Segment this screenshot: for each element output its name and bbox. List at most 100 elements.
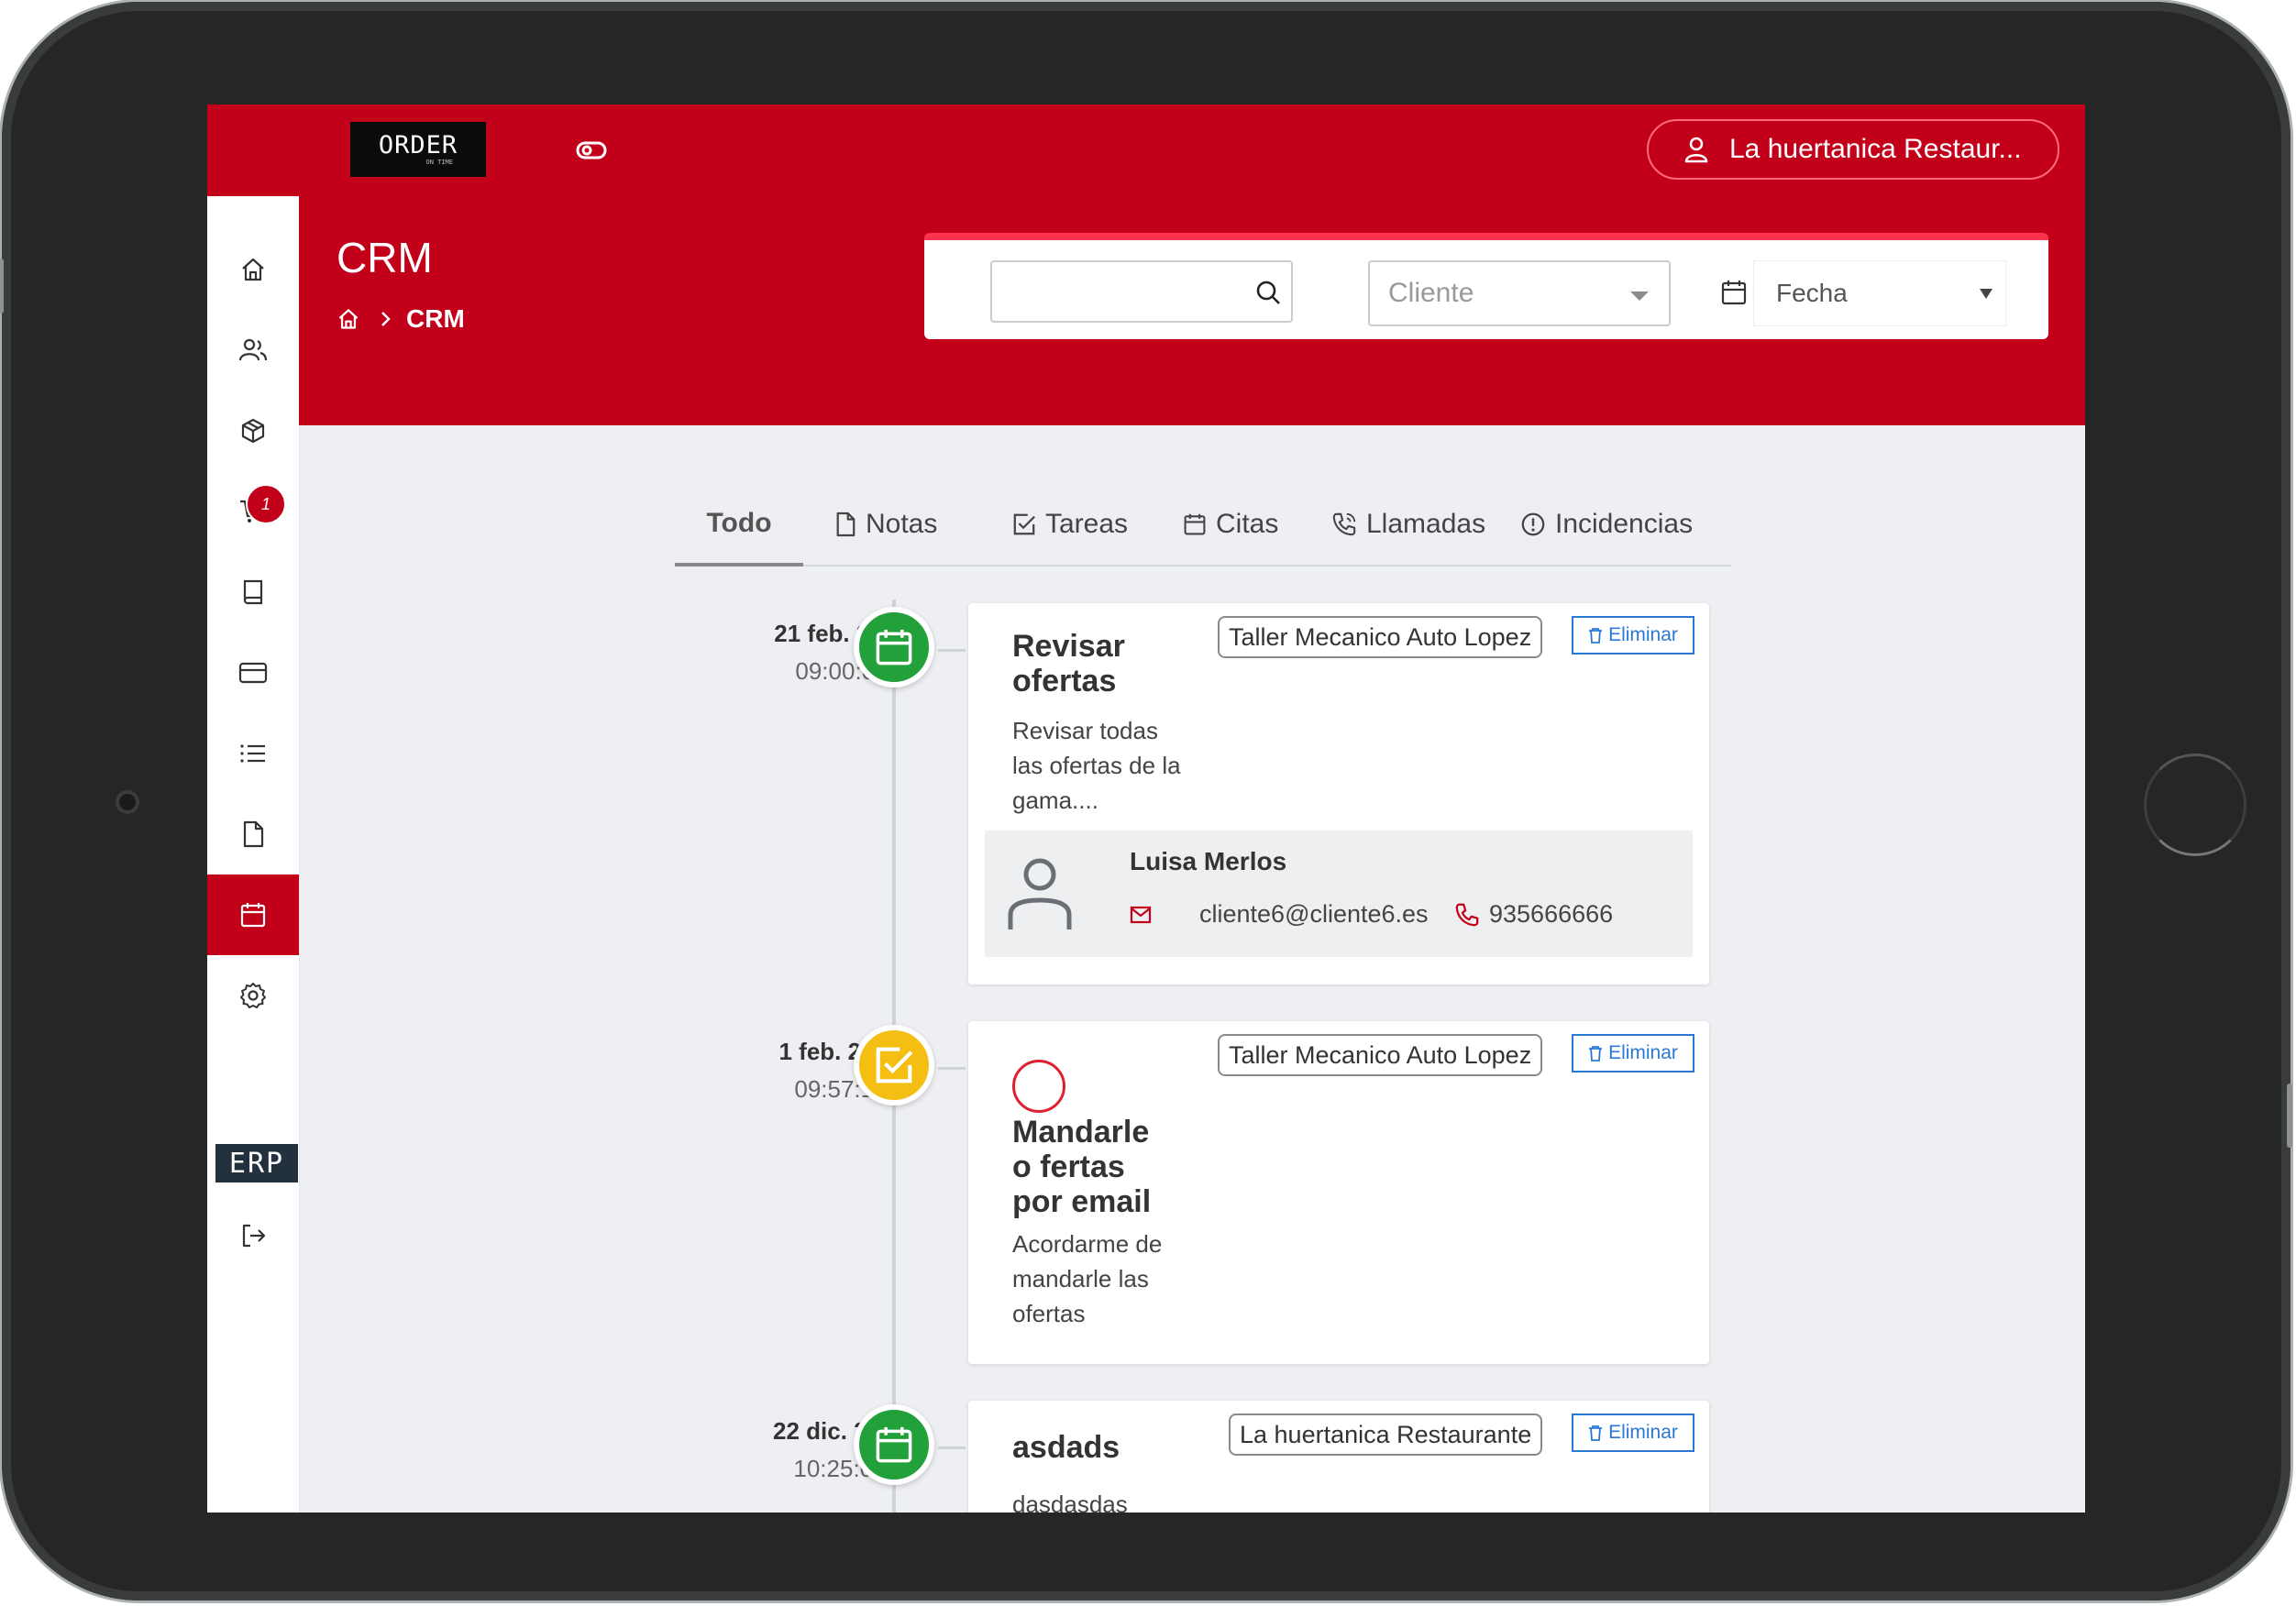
phone-icon: [1455, 903, 1479, 927]
tab-incidencias[interactable]: Incidencias: [1520, 484, 1693, 565]
card-description: dasdasdas: [1012, 1490, 1128, 1512]
calendar-icon: [876, 1426, 912, 1463]
avatar-icon: [1008, 858, 1072, 930]
camera: [116, 790, 139, 814]
timeline-connector: [938, 649, 966, 652]
calendar-icon: [1184, 513, 1206, 535]
cliente-placeholder: Cliente: [1388, 278, 1474, 308]
filter-card: Cliente Fecha: [924, 233, 2048, 339]
sidebar-item-payments[interactable]: [207, 632, 299, 713]
timeline-connector: [938, 1446, 966, 1449]
card-description: Acordarme de mandarle las ofertas: [1012, 1230, 1163, 1327]
delete-button[interactable]: Eliminar: [1572, 1034, 1694, 1072]
chevron-down-icon: [1630, 292, 1649, 301]
contact-email[interactable]: cliente6@cliente6.es: [1199, 900, 1429, 929]
sidebar-item-list[interactable]: [207, 713, 299, 794]
tab-tareas[interactable]: Tareas: [1012, 484, 1128, 565]
fecha-select[interactable]: Fecha: [1753, 260, 2006, 326]
users-icon: [238, 338, 268, 361]
trash-icon: [1589, 628, 1603, 644]
contact-phone[interactable]: 935666666: [1489, 900, 1613, 929]
account-name: La huertanica Restaur...: [1729, 134, 2022, 164]
sidebar-item-crm[interactable]: [207, 874, 299, 955]
logo-subtext: ON TIME: [425, 159, 453, 166]
user-icon: [1684, 137, 1708, 163]
tab-llamadas[interactable]: Llamadas: [1331, 484, 1485, 565]
calendar-icon: [1721, 280, 1747, 305]
gear-icon: [240, 983, 266, 1008]
fecha-label: Fecha: [1776, 279, 1848, 307]
timeline-connector: [938, 1067, 966, 1070]
app-screen: ORDER ON TIME La huertanica Restaur... 1…: [207, 104, 2085, 1512]
home-button: [2144, 754, 2246, 856]
app-logo[interactable]: ORDER ON TIME: [350, 122, 486, 177]
card-title: Revisar ofertas: [1012, 629, 1125, 698]
sidebar-item-catalog[interactable]: [207, 552, 299, 632]
chevron-right-icon: [381, 312, 391, 326]
book-icon: [243, 579, 263, 605]
alert-circle-icon: [1521, 512, 1545, 536]
card-description: Revisar todas las ofertas de la gama....: [1012, 717, 1181, 814]
timeline-card: asdads dasdasdas La huertanica Restauran…: [968, 1401, 1709, 1512]
tablet-frame: ORDER ON TIME La huertanica Restaur... 1…: [0, 2, 2292, 1600]
client-tag[interactable]: Taller Mecanico Auto Lopez: [1218, 1034, 1543, 1076]
search-input[interactable]: [990, 260, 1293, 323]
client-tag[interactable]: Taller Mecanico Auto Lopez: [1218, 616, 1543, 658]
box-icon: [241, 418, 265, 444]
sidebar-item-orders[interactable]: 1: [207, 471, 299, 552]
calendar-icon: [876, 629, 912, 666]
logout-icon: [242, 1224, 266, 1248]
tab-label: Tareas: [1045, 509, 1129, 539]
timeline-marker: [854, 1025, 934, 1106]
sidebar-item-documents[interactable]: [207, 794, 299, 874]
breadcrumb-home-icon[interactable]: [337, 307, 360, 331]
card-title: Mandarle o fertas por email: [1012, 1115, 1152, 1219]
phone-call-icon: [1332, 512, 1356, 536]
activity-tabs: Todo Notas Tareas Citas Llamadas Inciden…: [675, 484, 1731, 566]
sidebar-item-home[interactable]: [207, 229, 299, 310]
logo-text: ORDER: [378, 131, 458, 160]
tab-todo[interactable]: Todo: [675, 484, 803, 566]
delete-button[interactable]: Eliminar: [1572, 616, 1694, 654]
mail-icon: [1130, 906, 1152, 924]
timeline-card: Mandarle o fertas por email Acordarme de…: [968, 1021, 1709, 1364]
tab-notas[interactable]: Notas: [834, 484, 937, 565]
search-icon[interactable]: [1254, 279, 1282, 306]
timeline-marker: [854, 607, 934, 688]
sidebar-item-settings[interactable]: [207, 955, 299, 1036]
sidebar-item-products[interactable]: [207, 390, 299, 471]
tab-label: Llamadas: [1366, 509, 1486, 539]
delete-label: Eliminar: [1608, 624, 1678, 645]
erp-logo[interactable]: ERP: [215, 1144, 298, 1182]
home-icon: [242, 258, 264, 281]
timeline-marker: [854, 1404, 934, 1485]
calendar-icon: [240, 903, 266, 928]
tab-citas[interactable]: Citas: [1183, 484, 1278, 565]
document-icon: [243, 820, 264, 848]
task-status-circle[interactable]: [1012, 1060, 1065, 1113]
page-title: CRM: [337, 234, 433, 281]
delete-button[interactable]: Eliminar: [1572, 1414, 1694, 1452]
side-button: [2287, 1084, 2292, 1148]
tab-label: Incidencias: [1555, 509, 1694, 539]
client-tag[interactable]: La huertanica Restaurante: [1229, 1414, 1543, 1456]
sidebar-item-logout[interactable]: [207, 1195, 299, 1276]
timeline-card: Revisar ofertas Revisar todas las oferta…: [968, 603, 1709, 984]
credit-card-icon: [238, 662, 268, 684]
tab-label: Notas: [866, 509, 938, 539]
sidebar-item-users[interactable]: [207, 310, 299, 390]
sidebar-toggle-icon[interactable]: [576, 138, 607, 163]
delete-label: Eliminar: [1608, 1422, 1678, 1443]
contact-name: Luisa Merlos: [1130, 847, 1287, 875]
delete-label: Eliminar: [1608, 1042, 1678, 1063]
top-bar: ORDER ON TIME La huertanica Restaur...: [207, 104, 2085, 196]
list-icon: [240, 744, 265, 763]
cliente-select[interactable]: Cliente: [1368, 260, 1671, 326]
contact-box: Luisa Merlos cliente6@cliente6.es 935666…: [985, 830, 1693, 957]
tab-label: Citas: [1216, 509, 1279, 539]
side-button: [0, 258, 4, 314]
trash-icon: [1589, 1046, 1603, 1062]
account-button[interactable]: La huertanica Restaur...: [1647, 119, 2059, 180]
trash-icon: [1589, 1425, 1603, 1441]
task-check-icon: [876, 1047, 913, 1084]
